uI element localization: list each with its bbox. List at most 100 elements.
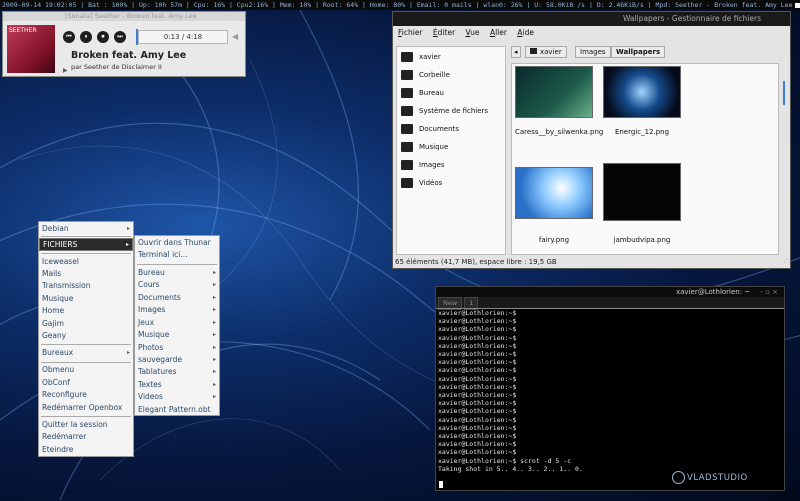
menu-item-folder-photos[interactable]: Photos ▸	[135, 342, 219, 354]
mpd-progress-bar	[794, 2, 800, 8]
menu-item-gajim[interactable]: Gajim	[39, 318, 64, 330]
menu-aller[interactable]: Aller	[490, 28, 507, 37]
fm-scrollbar[interactable]	[780, 63, 789, 255]
menu-item-logout[interactable]: Quitter la session	[39, 419, 108, 431]
status-text: 2009-09-14 19:02:05 | Bat : 100% | Up: 1…	[2, 1, 793, 9]
fm-file-view: Caress__by_silwenka.png Energic_12.png f…	[511, 63, 779, 255]
home-folder-icon	[401, 52, 413, 62]
menu-item-folder-sauvegarde[interactable]: sauvegarde ▸	[135, 354, 219, 366]
desktop-icon	[401, 88, 413, 98]
sidebar-item-filesystem[interactable]: Système de fichiers	[399, 103, 503, 119]
music-player-window: [Sonata] Seether - Broken feat. Amy Lee …	[2, 11, 246, 77]
drive-icon	[401, 106, 413, 116]
window-controls-icon[interactable]: - ▫ ×	[760, 287, 778, 297]
menu-item-bureaux[interactable]: Bureaux ▸	[39, 347, 133, 359]
openbox-root-menu: Debian ▸ FICHIERS ▸ Iceweasel Mails Transm…	[38, 221, 134, 457]
menu-item-folder-textes[interactable]: Textes ▸	[135, 379, 219, 391]
fm-status: 65 éléments (41,7 MB), espace libre : 19…	[395, 258, 557, 266]
song-title: Broken feat. Amy Lee	[71, 50, 187, 61]
menu-item-iceweasel[interactable]: Iceweasel	[39, 256, 79, 268]
terminal-output[interactable]: xavier@Lothlorien:~$ xavier@Lothlorien:~…	[438, 309, 583, 473]
menu-item-geany[interactable]: Geany	[39, 330, 66, 342]
file-name[interactable]: fairy.png	[512, 236, 598, 245]
path-crumb-xavier[interactable]: xavier	[525, 46, 567, 58]
menu-fichier[interactable]: Fichier	[398, 28, 423, 37]
file-thumbnail[interactable]	[603, 66, 681, 118]
menu-item-obmenu[interactable]: Obmenu	[39, 364, 74, 376]
fm-sidebar: xavier Corbeille Bureau Système de fichi…	[396, 46, 506, 255]
file-name[interactable]: Energic_12.png	[598, 128, 686, 137]
terminal-titlebar[interactable]: xavier@Lothlorien: ~ - ▫ ×	[436, 287, 784, 297]
terminal-title: xavier@Lothlorien: ~	[676, 288, 751, 296]
expander-arrow-icon[interactable]: ▶	[63, 67, 68, 74]
file-thumbnail[interactable]	[603, 163, 681, 221]
terminal-window: xavier@Lothlorien: ~ - ▫ × New 1 xavier@Lo…	[435, 286, 785, 491]
menu-item-restart-openbox[interactable]: Redémarrer Openbox	[39, 402, 122, 414]
menu-item-reconfigure[interactable]: Reconfigure	[39, 389, 87, 401]
next-button[interactable]: ⏭	[114, 31, 126, 43]
menu-separator	[41, 253, 131, 254]
menu-aide[interactable]: Aide	[517, 28, 534, 37]
sidebar-item-documents[interactable]: Documents	[399, 121, 503, 137]
path-back-arrow-icon[interactable]: ◂	[511, 46, 521, 58]
menu-item-obconf[interactable]: ObConf	[39, 377, 70, 389]
menu-separator	[41, 344, 131, 345]
fichiers-submenu: Ouvrir dans Thunar Terminal ici... Burea…	[134, 235, 220, 416]
pause-button[interactable]: ⏸	[80, 31, 92, 43]
menu-item-folder-bureau[interactable]: Bureau ▸	[135, 267, 219, 279]
previous-button[interactable]: ⏮	[63, 31, 75, 43]
menu-item-musique[interactable]: Musique	[39, 293, 73, 305]
vladstudio-mark-icon	[672, 471, 685, 484]
scrollbar-thumb[interactable]	[783, 81, 785, 105]
menu-vue[interactable]: Vue	[466, 28, 480, 37]
menu-separator	[41, 416, 131, 417]
folder-icon	[401, 124, 413, 134]
menu-item-folder-tablatures[interactable]: Tablatures ▸	[135, 366, 219, 378]
cover-text: SEETHER	[9, 27, 37, 34]
file-name[interactable]: Caress__by_silwenka.png	[512, 128, 603, 137]
menu-separator	[41, 362, 131, 363]
menu-item-mails[interactable]: Mails	[39, 268, 61, 280]
resize-grip-icon[interactable]: ⋰	[781, 258, 788, 266]
player-title[interactable]: [Sonata] Seether - Broken feat. Amy Lee	[3, 12, 245, 21]
menu-item-reboot[interactable]: Redémarrer	[39, 431, 86, 443]
sidebar-item-corbeille[interactable]: Corbeille	[399, 67, 503, 83]
menu-item-folder-musique[interactable]: Musique ▸	[135, 329, 219, 341]
menu-separator	[137, 264, 217, 265]
menu-item-debian[interactable]: Debian ▸	[39, 223, 133, 235]
menu-item-home[interactable]: Home	[39, 305, 64, 317]
menu-item-folder-videos[interactable]: Videos ▸	[135, 391, 219, 403]
menu-item-transmission[interactable]: Transmission	[39, 280, 90, 292]
file-name[interactable]: jambudvipa.png	[598, 236, 686, 245]
time-display[interactable]: 0:13 / 4:18	[138, 30, 228, 44]
menu-item-shutdown[interactable]: Eteindre	[39, 444, 73, 456]
menu-item-open-thunar[interactable]: Ouvrir dans Thunar	[135, 237, 211, 249]
menu-item-folder-documents[interactable]: Documents ▸	[135, 292, 219, 304]
sidebar-item-images[interactable]: Images	[399, 157, 503, 173]
file-thumbnail[interactable]	[515, 167, 593, 219]
file-manager-window: Wallpapers - Gestionnaire de fichiers Fi…	[392, 11, 791, 269]
folder-icon	[401, 160, 413, 170]
volume-icon[interactable]: ◀	[232, 32, 242, 42]
album-cover: SEETHER	[7, 25, 55, 73]
stop-button[interactable]: ⏹	[97, 31, 109, 43]
sidebar-item-xavier[interactable]: xavier	[399, 49, 503, 65]
menu-item-folder-jeux[interactable]: Jeux ▸	[135, 317, 219, 329]
menu-editer[interactable]: Éditer	[433, 28, 455, 37]
home-folder-icon	[530, 48, 537, 54]
path-crumb-images[interactable]: Images	[575, 46, 611, 58]
trash-icon	[401, 70, 413, 80]
sidebar-item-videos[interactable]: Vidéos	[399, 175, 503, 191]
menu-item-fichiers[interactable]: FICHIERS ▸	[39, 238, 133, 251]
menu-item-file[interactable]: Elegant Pattern.obt	[135, 404, 211, 416]
menu-separator	[41, 236, 131, 237]
sidebar-item-bureau[interactable]: Bureau	[399, 85, 503, 101]
menu-item-folder-cours[interactable]: Cours ▸	[135, 279, 219, 291]
menu-item-terminal-here[interactable]: Terminal ici...	[135, 249, 188, 261]
sidebar-item-musique[interactable]: Musique	[399, 139, 503, 155]
file-thumbnail[interactable]	[515, 66, 593, 118]
folder-icon	[401, 178, 413, 188]
fm-titlebar[interactable]: Wallpapers - Gestionnaire de fichiers	[393, 12, 790, 26]
menu-item-folder-images[interactable]: Images ▸	[135, 304, 219, 316]
path-crumb-wallpapers[interactable]: Wallpapers	[611, 46, 666, 58]
